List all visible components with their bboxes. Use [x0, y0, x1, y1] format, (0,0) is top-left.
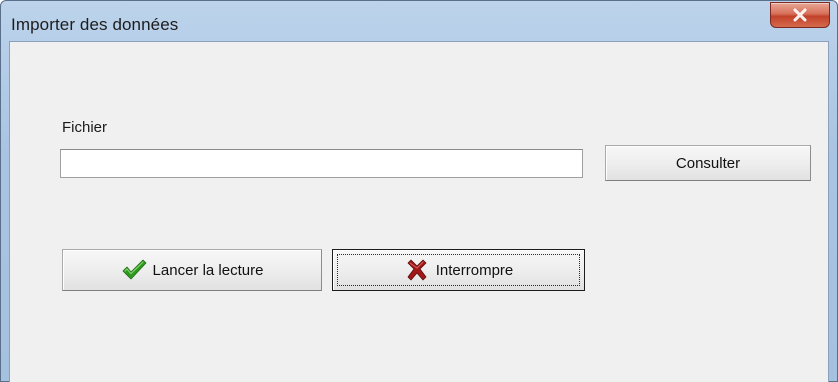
file-label: Fichier [62, 119, 108, 136]
window-title: Importer des données [11, 15, 179, 34]
browse-button-label: Consulter [675, 154, 741, 172]
browse-button[interactable]: Consulter [605, 145, 811, 181]
checkmark-icon [121, 257, 147, 283]
file-path-input[interactable] [60, 149, 583, 178]
close-icon [771, 3, 829, 27]
cross-icon [404, 257, 430, 283]
close-button[interactable] [770, 2, 830, 28]
start-reading-label: Lancer la lecture [152, 261, 264, 279]
dialog-body: Fichier Consulter Lancer la lecture Inte… [9, 41, 829, 382]
import-dialog-window: Importer des données Fichier Consulter L… [0, 0, 838, 382]
title-bar[interactable]: Importer des données [1, 1, 837, 41]
interrupt-button[interactable]: Interrompre [332, 249, 585, 291]
start-reading-button[interactable]: Lancer la lecture [62, 249, 322, 291]
interrupt-label: Interrompre [435, 261, 514, 279]
